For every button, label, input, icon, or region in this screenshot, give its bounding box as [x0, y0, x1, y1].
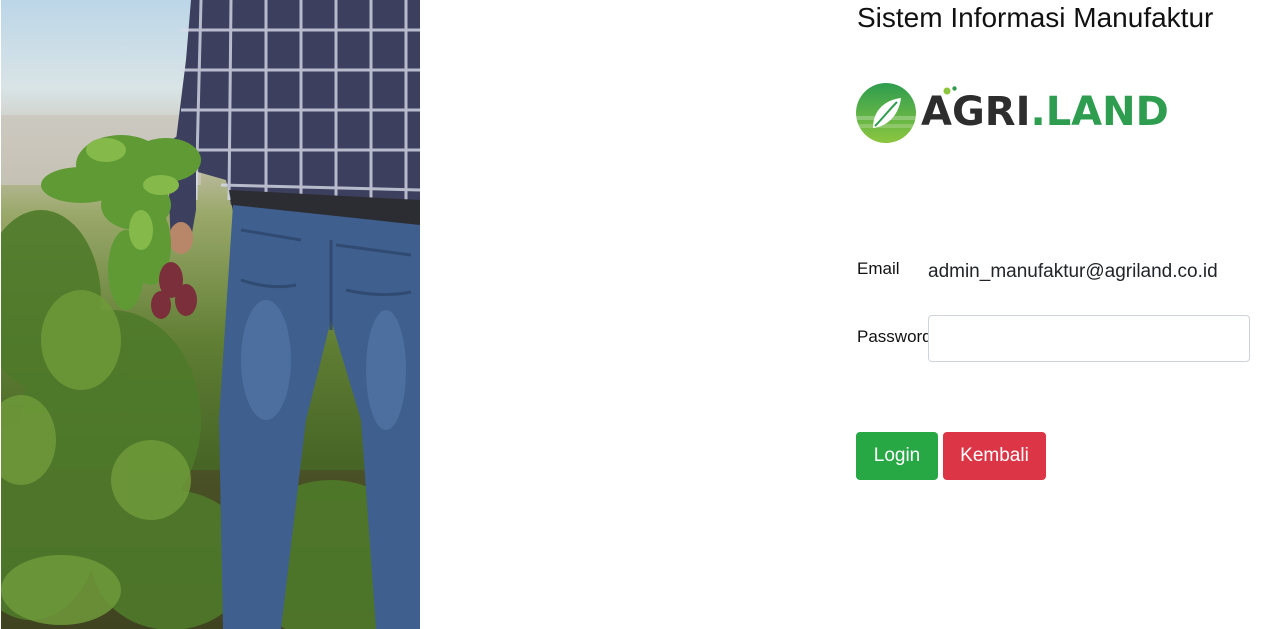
login-button[interactable]: Login [856, 432, 938, 480]
logo-text-agri: AGRI [921, 89, 1031, 135]
leaf-icon [856, 83, 916, 143]
logo-text-dot: . [1030, 89, 1046, 135]
password-label: Password [857, 327, 932, 346]
logo-wordmark: AGRI.LAND [921, 86, 1169, 138]
email-label: Email [857, 259, 900, 278]
agriland-logo: AGRI.LAND [855, 80, 1175, 146]
farmer-illustration [1, 0, 420, 629]
email-value: admin_manufaktur@agriland.co.id [928, 261, 1218, 282]
logo-text-land: LAND [1045, 89, 1169, 135]
farmer-photo [1, 0, 420, 629]
page-title: Sistem Informasi Manufaktur [857, 2, 1214, 33]
back-button[interactable]: Kembali [943, 432, 1046, 480]
password-input[interactable] [928, 315, 1250, 362]
login-page: Sistem Informasi Manufaktur AGRI.LAND Em… [0, 0, 1261, 629]
